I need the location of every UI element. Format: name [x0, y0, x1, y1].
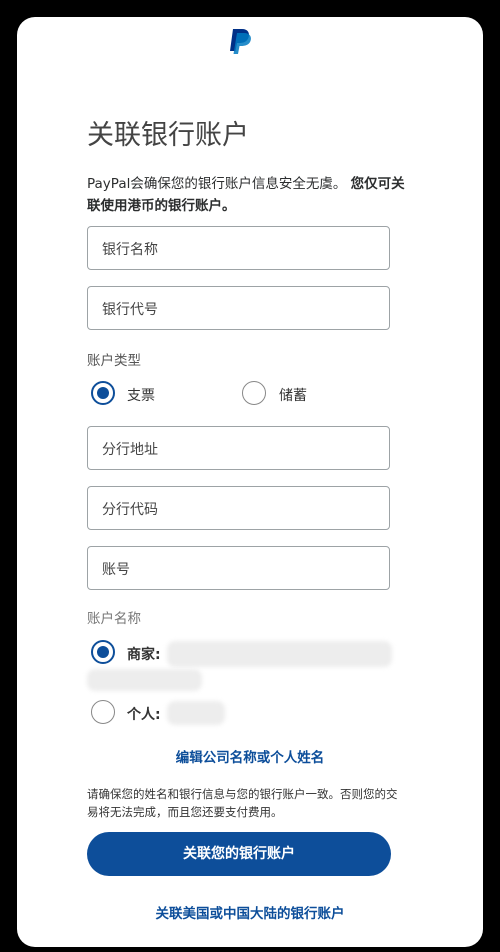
intro-plain: PayPal会确保您的银行账户信息安全无虞。: [87, 176, 347, 192]
radio-checking[interactable]: [91, 381, 115, 405]
redacted-business-name-line2: [87, 669, 202, 691]
bank-name-placeholder: 银行名称: [102, 242, 158, 258]
radio-personal[interactable]: [91, 700, 115, 724]
intro-text: PayPal会确保您的银行账户信息安全无虞。 您仅可关联使用港币的银行账户。: [87, 173, 417, 217]
dialog-card: 关联银行账户 PayPal会确保您的银行账户信息安全无虞。 您仅可关联使用港币的…: [17, 17, 483, 947]
business-label: 商家:: [127, 647, 161, 663]
page-title: 关联银行账户: [87, 120, 249, 151]
redacted-personal-name: [167, 701, 225, 725]
branch-code-placeholder: 分行代码: [102, 502, 158, 518]
radio-savings[interactable]: [242, 381, 266, 405]
savings-label: 储蓄: [279, 388, 307, 404]
bank-name-field[interactable]: 银行名称: [87, 226, 390, 270]
branch-address-placeholder: 分行地址: [102, 442, 158, 458]
account-number-field[interactable]: 账号: [87, 546, 390, 590]
personal-label: 个人:: [127, 707, 161, 723]
redacted-business-name: [167, 641, 392, 667]
branch-code-field[interactable]: 分行代码: [87, 486, 390, 530]
radio-business[interactable]: [91, 640, 115, 664]
account-name-label: 账户名称: [87, 611, 141, 627]
bank-code-placeholder: 银行代号: [102, 302, 158, 318]
paypal-logo-icon: [230, 29, 251, 54]
link-bank-account-button[interactable]: 关联您的银行账户: [87, 832, 391, 876]
bank-code-field[interactable]: 银行代号: [87, 286, 390, 330]
notice-text: 请确保您的姓名和银行信息与您的银行账户一致。否则您的交易将无法完成，而且您还要支…: [87, 787, 398, 819]
link-us-china-bank-link[interactable]: 关联美国或中国大陆的银行账户: [17, 902, 483, 922]
account-type-label: 账户类型: [87, 353, 141, 369]
branch-address-field[interactable]: 分行地址: [87, 426, 390, 470]
checking-label: 支票: [127, 388, 155, 404]
account-number-placeholder: 账号: [102, 562, 130, 578]
edit-name-link[interactable]: 编辑公司名称或个人姓名: [17, 746, 483, 766]
